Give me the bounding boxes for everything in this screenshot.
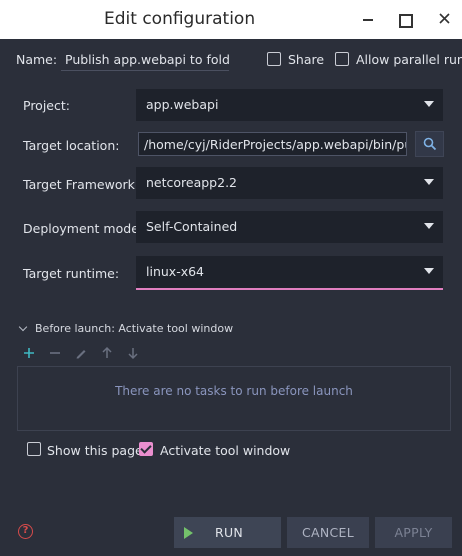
- play-icon: [184, 527, 193, 539]
- chevron-down-icon: [424, 268, 434, 274]
- project-label: Project:: [23, 98, 70, 113]
- title-bar: Edit configuration: [0, 0, 462, 39]
- project-value: app.webapi: [146, 97, 219, 112]
- share-label: Share: [288, 52, 325, 67]
- target-framework-value: netcoreapp2.2: [146, 175, 237, 190]
- target-runtime-label: Target runtime:: [23, 266, 120, 281]
- chevron-down-icon: [424, 223, 434, 229]
- target-location-field[interactable]: /home/cyj/RiderProjects/app.webapi/bin/p…: [138, 132, 407, 156]
- allow-parallel-run-label: Allow parallel run: [356, 52, 462, 67]
- activate-tool-window-label: Activate tool window: [160, 443, 291, 458]
- deployment-mode-value: Self-Contained: [146, 219, 238, 234]
- window-title: Edit configuration: [104, 9, 256, 29]
- show-this-page-checkbox[interactable]: [27, 442, 41, 456]
- allow-parallel-run-checkbox[interactable]: [335, 52, 349, 66]
- apply-button[interactable]: APPLY: [375, 517, 452, 548]
- run-button[interactable]: RUN: [174, 517, 281, 548]
- browse-button[interactable]: [415, 131, 444, 157]
- project-dropdown[interactable]: app.webapi: [136, 89, 443, 121]
- minimize-icon[interactable]: [360, 10, 378, 28]
- target-framework-label: Target Framework:: [23, 177, 140, 192]
- close-icon[interactable]: [436, 10, 454, 28]
- share-checkbox[interactable]: [267, 52, 281, 66]
- deployment-mode-dropdown[interactable]: Self-Contained: [136, 211, 443, 243]
- move-down-icon[interactable]: [126, 346, 140, 360]
- chevron-down-icon: [424, 179, 434, 185]
- maximize-icon[interactable]: [396, 10, 414, 28]
- before-launch-title: Before launch: Activate tool window: [35, 322, 234, 335]
- edit-icon[interactable]: [74, 346, 88, 360]
- chevron-down-icon: [424, 101, 434, 107]
- search-icon: [423, 137, 437, 151]
- target-runtime-value: linux-x64: [146, 264, 205, 279]
- before-launch-toggle[interactable]: Before launch: Activate tool window: [18, 322, 234, 335]
- cancel-button[interactable]: CANCEL: [287, 517, 369, 548]
- show-this-page-label: Show this page: [47, 443, 143, 458]
- target-framework-dropdown[interactable]: netcoreapp2.2: [136, 167, 443, 199]
- add-icon[interactable]: [22, 346, 36, 360]
- target-runtime-dropdown[interactable]: linux-x64: [136, 256, 443, 290]
- remove-icon[interactable]: [48, 346, 62, 360]
- deployment-mode-label: Deployment mode:: [23, 221, 144, 236]
- move-up-icon[interactable]: [100, 346, 114, 360]
- empty-tasks-message: There are no tasks to run before launch: [115, 384, 353, 398]
- name-label: Name:: [16, 52, 58, 67]
- help-icon[interactable]: ?: [18, 524, 33, 539]
- name-field[interactable]: Publish app.webapi to folder: [61, 49, 229, 71]
- run-label: RUN: [215, 525, 244, 540]
- before-launch-task-list[interactable]: There are no tasks to run before launch: [17, 366, 451, 431]
- chevron-down-icon: [18, 322, 28, 332]
- activate-tool-window-checkbox[interactable]: [139, 442, 153, 456]
- target-location-label: Target location:: [23, 138, 120, 153]
